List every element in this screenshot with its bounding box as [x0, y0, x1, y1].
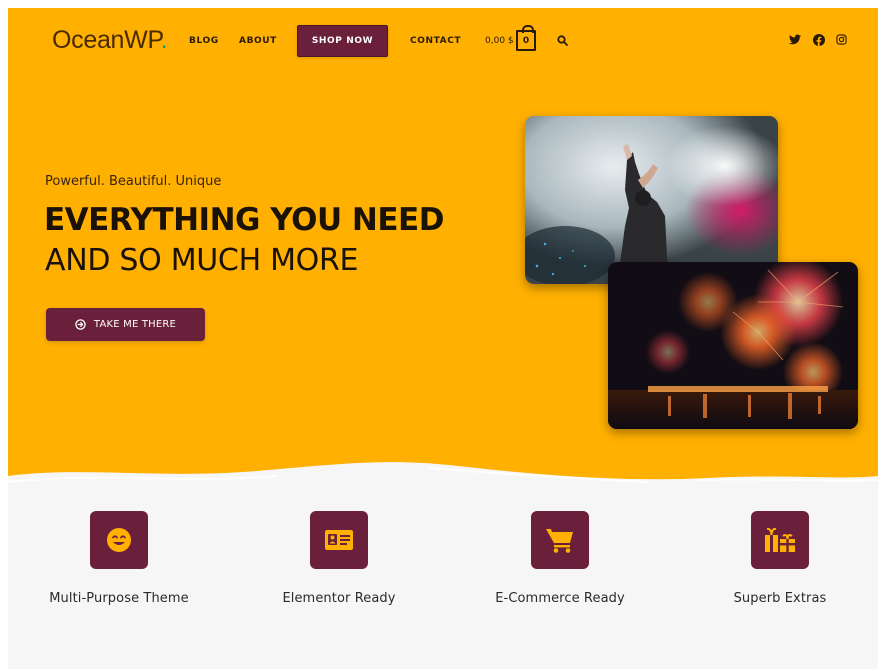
cart-total[interactable]: 0,00 $ — [485, 36, 514, 46]
nav-contact[interactable]: CONTACT — [410, 36, 461, 46]
feature-label: E-Commerce Ready — [495, 591, 625, 606]
logo-text: OceanWP — [52, 26, 161, 54]
hero-tagline: Powerful. Beautiful. Unique — [45, 174, 222, 189]
gifts-icon — [765, 527, 795, 552]
page: OceanWP. BLOG ABOUT SHOP NOW CONTACT 0,0… — [8, 8, 878, 669]
facebook-icon[interactable] — [813, 34, 825, 46]
logo-dot: . — [160, 26, 168, 54]
feature-icon-box — [90, 511, 148, 569]
feature-ecommerce[interactable]: E-Commerce Ready — [460, 511, 660, 606]
cta-label: TAKE ME THERE — [93, 319, 177, 330]
cart-icon[interactable]: 0 — [516, 25, 536, 51]
smiley-icon — [107, 528, 131, 552]
feature-label: Elementor Ready — [282, 591, 396, 606]
wave-divider — [8, 462, 878, 508]
feature-label: Superb Extras — [733, 591, 827, 606]
fireworks-photo — [608, 262, 858, 429]
feature-extras[interactable]: Superb Extras — [680, 511, 878, 606]
nav-blog[interactable]: BLOG — [189, 36, 219, 46]
take-me-there-button[interactable]: TAKE ME THERE — [46, 308, 205, 341]
hero-headline: EVERYTHING YOU NEED — [44, 202, 444, 238]
search-icon[interactable] — [557, 35, 568, 46]
twitter-icon[interactable] — [789, 34, 801, 45]
feature-icon-box — [531, 511, 589, 569]
feature-label: Multi-Purpose Theme — [49, 591, 189, 606]
hero-section: OceanWP. BLOG ABOUT SHOP NOW CONTACT 0,0… — [8, 8, 878, 488]
instagram-icon[interactable] — [836, 34, 847, 45]
shopping-cart-icon — [546, 529, 573, 553]
feature-elementor[interactable]: Elementor Ready — [239, 511, 439, 606]
shop-now-button[interactable]: SHOP NOW — [297, 25, 388, 57]
feature-icon-box — [751, 511, 809, 569]
feature-icon-box — [310, 511, 368, 569]
arrow-circle-right-icon — [75, 319, 86, 330]
feature-multi-purpose[interactable]: Multi-Purpose Theme — [19, 511, 219, 606]
nav-about[interactable]: ABOUT — [239, 36, 277, 46]
site-logo[interactable]: OceanWP. — [52, 26, 168, 55]
hero-subheadline: AND SO MUCH MORE — [45, 243, 359, 278]
cart-count: 0 — [522, 35, 530, 46]
concert-photo — [525, 116, 778, 284]
id-card-icon — [325, 530, 353, 550]
